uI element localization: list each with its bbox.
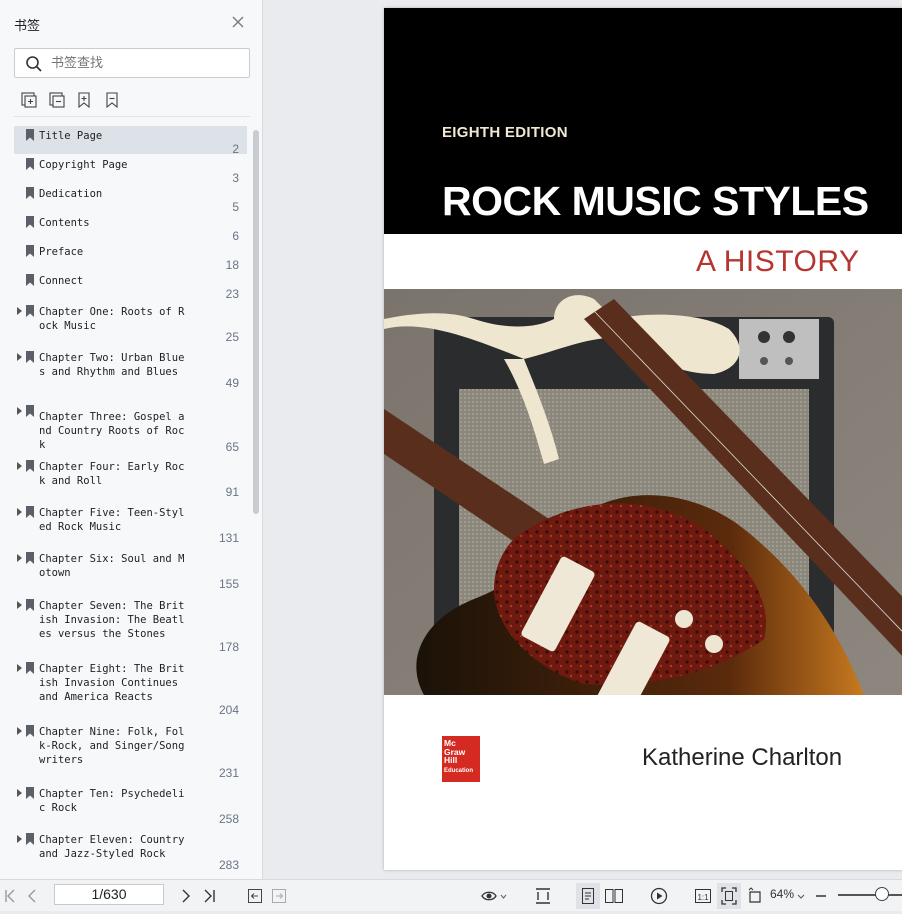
page-number-input[interactable]: 1/630 [54,884,164,905]
bookmark-icon [26,552,34,564]
bookmark-icon [26,274,34,286]
bookmark-item[interactable]: Chapter Four: Early Rock and Roll 91 [14,457,247,503]
zoom-slider-handle[interactable] [875,887,889,901]
bookmark-panel: 书签 Title Page 2 Copyright Page 3 Dedicat… [0,0,263,879]
expand-arrow-icon[interactable] [16,726,24,736]
expand-arrow-icon[interactable] [16,461,24,471]
play-icon[interactable] [649,886,669,906]
cover-title: ROCK MUSIC STYLES [442,178,869,224]
bookmark-icon [26,460,34,472]
rotate-icon[interactable] [746,886,766,906]
collapse-all-icon[interactable] [48,91,66,109]
bookmark-icon [26,599,34,611]
expand-arrow-icon[interactable] [16,352,24,362]
go-back-icon[interactable] [247,886,263,906]
delete-bookmark-icon[interactable] [103,91,121,109]
bookmark-icon [26,187,34,199]
expand-arrow-icon[interactable] [16,507,24,517]
fit-page-button[interactable] [717,883,741,909]
reading-mode-icon[interactable] [480,886,508,906]
bookmark-item[interactable]: Contents 6 [14,213,247,243]
expand-all-icon[interactable] [20,91,38,109]
zoom-slider-track[interactable] [838,894,902,896]
close-icon[interactable] [230,14,246,30]
bookmark-item[interactable]: Chapter Nine: Folk, Folk-Rock, and Singe… [14,722,247,782]
bookmark-icon [26,787,34,799]
divider [14,116,250,117]
expand-arrow-icon[interactable] [16,553,24,563]
add-bookmark-icon[interactable] [75,91,93,109]
go-forward-icon[interactable] [271,886,287,906]
cover-photo [384,289,902,695]
expand-arrow-icon[interactable] [16,788,24,798]
svg-text:1:1: 1:1 [697,893,709,902]
zoom-dropdown-icon[interactable] [797,886,805,906]
bookmark-item[interactable]: Copyright Page 3 [14,155,247,185]
cover-subtitle: A HISTORY [696,245,860,278]
cover-edition: EIGHTH EDITION [442,124,568,141]
single-page-icon [582,888,594,904]
bookmark-tree: Title Page 2 Copyright Page 3 Dedication… [0,122,250,878]
previous-page-icon[interactable] [26,886,38,906]
bookmark-item[interactable]: Chapter Six: Soul and Motown 155 [14,549,247,595]
bookmark-item[interactable]: Chapter Five: Teen-Styled Rock Music 131 [14,503,247,549]
zoom-out-icon[interactable] [815,886,827,906]
sidebar-scrollbar[interactable] [253,130,259,514]
bookmark-item[interactable]: Chapter Seven: The British Invasion: The… [14,596,247,656]
bookmark-item[interactable]: Dedication 5 [14,184,247,214]
expand-arrow-icon[interactable] [16,663,24,673]
pdf-page: EIGHTH EDITION ROCK MUSIC STYLES A HISTO… [384,8,902,870]
bookmark-item[interactable]: Chapter Eight: The British Invasion Cont… [14,659,247,719]
bookmark-icon [26,158,34,170]
bookmark-item[interactable]: Chapter Ten: Psychedelic Rock 258 [14,784,247,830]
next-page-icon[interactable] [180,886,192,906]
document-viewer[interactable]: EIGHTH EDITION ROCK MUSIC STYLES A HISTO… [264,0,902,879]
panel-title: 书签 [14,19,41,34]
page-height-icon[interactable] [534,886,552,906]
bookmark-icon [26,351,34,363]
fit-page-icon [721,887,737,905]
first-page-icon[interactable] [4,886,16,906]
bookmark-item[interactable]: Chapter Eleven: Country and Jazz-Styled … [14,830,247,876]
bookmark-item[interactable]: Chapter Three: Gospel and Country Roots … [14,402,247,456]
bookmark-item[interactable]: Chapter Two: Urban Blues and Rhythm and … [14,348,247,398]
cover-author: Katherine Charlton [642,744,843,771]
bookmark-item[interactable]: Connect 23 [14,271,247,301]
search-icon [26,56,42,72]
bookmark-item[interactable]: Preface 18 [14,242,247,272]
bookmark-icon [26,245,34,257]
expand-arrow-icon[interactable] [16,600,24,610]
actual-size-icon[interactable]: 1:1 [693,886,713,906]
bookmark-icon [26,405,34,417]
single-page-view-button[interactable] [576,883,600,909]
zoom-level[interactable]: 64% [770,887,794,901]
bookmark-icon [26,662,34,674]
two-page-icon[interactable] [604,886,624,906]
bookmark-search-box[interactable] [14,48,250,78]
bookmark-icon [26,305,34,317]
last-page-icon[interactable] [203,886,217,906]
bookmark-item[interactable]: Title Page 2 [14,126,247,156]
search-input[interactable] [51,53,241,73]
expand-arrow-icon[interactable] [16,306,24,316]
bookmark-icon [26,833,34,845]
bookmark-icon [26,506,34,518]
bookmark-icon [26,129,34,141]
bookmark-icon [26,725,34,737]
mcgraw-hill-logo: Mc Graw Hill Education [442,736,480,782]
bookmark-item[interactable]: Chapter One: Roots of Rock Music 25 [14,302,247,346]
expand-arrow-icon[interactable] [16,406,24,416]
status-bar: 1/630 1:1 64% [0,879,902,911]
bookmark-icon [26,216,34,228]
expand-arrow-icon[interactable] [16,834,24,844]
